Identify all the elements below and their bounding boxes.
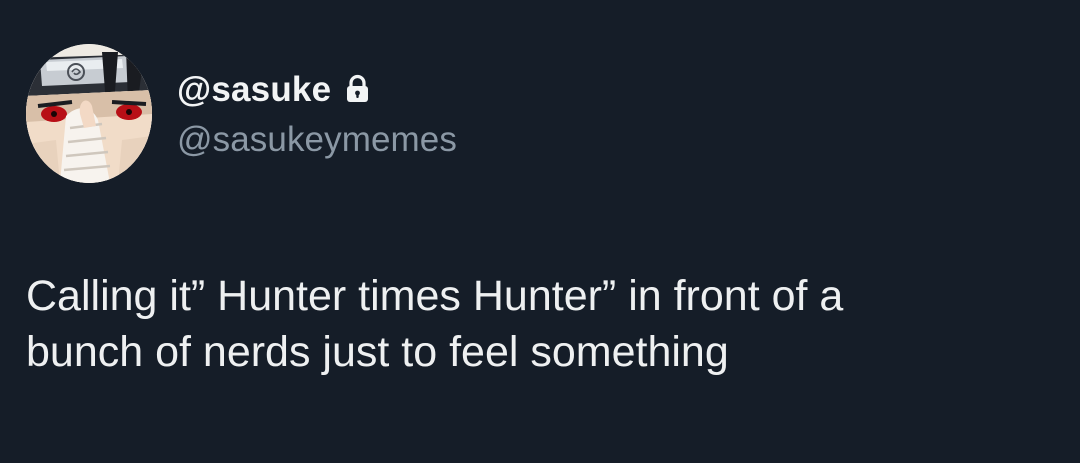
name-row: @sasuke (177, 64, 370, 114)
avatar-image (26, 44, 152, 183)
tweet-text-line-2: bunch of nerds just to feel something (26, 328, 729, 376)
avatar[interactable] (26, 44, 152, 183)
display-name[interactable]: @sasuke (177, 72, 331, 107)
tweet-text: Calling it” Hunter times Hunter” in fron… (26, 268, 1056, 380)
tweet-text-line-1: Calling it” Hunter times Hunter” in fron… (26, 272, 844, 320)
tweet-card: @sasuke @sasukeymemes Calling it” Hunter… (0, 0, 1080, 463)
user-handle[interactable]: @sasukeymemes (177, 122, 457, 157)
lock-icon (345, 74, 370, 104)
